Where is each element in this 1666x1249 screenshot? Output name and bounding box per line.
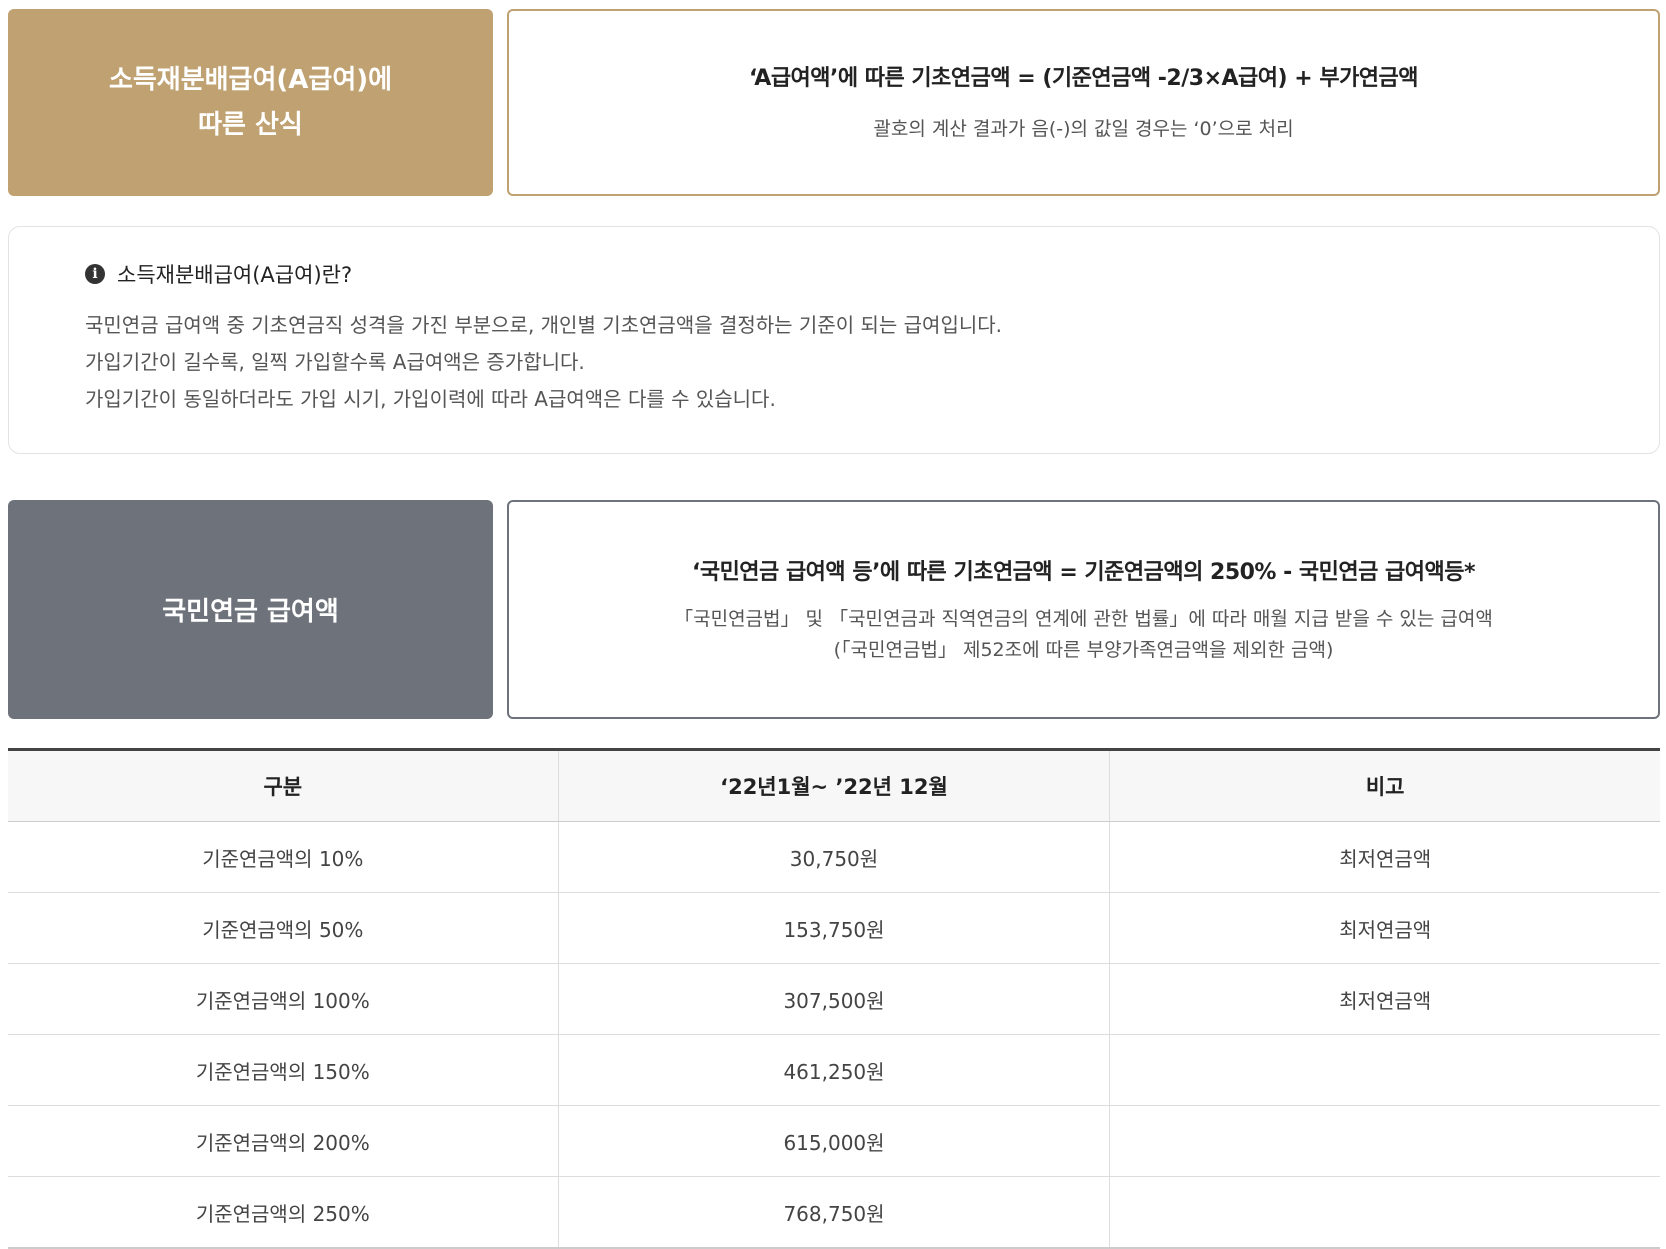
cell-category: 기준연금액의 250% — [8, 1176, 559, 1248]
national-pension-label: 국민연금 급여액 — [8, 500, 493, 719]
info-heading: i 소득재분배급여(A급여)란? — [85, 259, 1659, 289]
pension-amount-table: 구분 ‘22년1월~ ’22년 12월 비고 기준연금액의 10% 30,750… — [8, 748, 1660, 1249]
cell-category: 기준연금액의 200% — [8, 1105, 559, 1177]
table-row: 기준연금액의 50% 153,750원 최저연금액 — [8, 892, 1660, 964]
a-benefit-formula: ‘A급여액’에 따른 기초연금액 = (기준연금액 -2/3×A급여) + 부가… — [748, 66, 1419, 91]
a-benefit-label-line1: 소득재분배급여(A급여)에 — [108, 64, 393, 95]
national-pension-formula-box: ‘국민연금 급여액 등’에 따른 기초연금액 = 기준연금액의 250% - 국… — [507, 500, 1660, 719]
national-pension-formula-note: 「국민연금법」 및 「국민연금과 직역연금의 연계에 관한 법률」에 따라 매월… — [674, 604, 1493, 666]
national-pension-formula: ‘국민연금 급여액 등’에 따른 기초연금액 = 기준연금액의 250% - 국… — [691, 559, 1476, 585]
table-row: 기준연금액의 200% 615,000원 — [8, 1105, 1660, 1177]
a-benefit-label-line2: 따른 산식 — [198, 109, 303, 140]
cell-amount: 615,000원 — [558, 1105, 1111, 1177]
info-line: 가입기간이 동일하더라도 가입 시기, 가입이력에 따라 A급여액은 다를 수 … — [85, 387, 776, 411]
cell-amount: 307,500원 — [558, 963, 1111, 1035]
cell-amount: 30,750원 — [558, 821, 1111, 893]
cell-remarks — [1109, 1034, 1660, 1106]
table-row: 기준연금액의 100% 307,500원 최저연금액 — [8, 963, 1660, 1035]
note-line: 「국민연금법」 및 「국민연금과 직역연금의 연계에 관한 법률」에 따라 매월… — [674, 607, 1493, 630]
header-category: 구분 — [8, 749, 559, 822]
table-row: 기준연금액의 10% 30,750원 최저연금액 — [8, 821, 1660, 893]
a-benefit-info-box: i 소득재분배급여(A급여)란? 국민연금 급여액 중 기초연금직 성격을 가진… — [8, 226, 1660, 454]
a-benefit-formula-note: 괄호의 계산 결과가 음(-)의 값일 경우는 ‘0’으로 처리 — [873, 118, 1294, 140]
cell-remarks: 최저연금액 — [1109, 821, 1660, 893]
table-row: 기준연금액의 150% 461,250원 — [8, 1034, 1660, 1106]
cell-remarks — [1109, 1105, 1660, 1177]
cell-remarks: 최저연금액 — [1109, 892, 1660, 964]
header-remarks: 비고 — [1109, 749, 1660, 822]
table-row: 기준연금액의 250% 768,750원 — [8, 1176, 1660, 1249]
cell-remarks: 최저연금액 — [1109, 963, 1660, 1035]
cell-category: 기준연금액의 150% — [8, 1034, 559, 1106]
cell-amount: 461,250원 — [558, 1034, 1111, 1106]
info-icon: i — [85, 264, 105, 284]
info-title: 소득재분배급여(A급여)란? — [117, 263, 353, 287]
cell-category: 기준연금액의 100% — [8, 963, 559, 1035]
table-header-row: 구분 ‘22년1월~ ’22년 12월 비고 — [8, 749, 1660, 822]
a-benefit-formula-label: 소득재분배급여(A급여)에 따른 산식 — [8, 9, 493, 196]
national-pension-label-text: 국민연금 급여액 — [162, 597, 339, 627]
cell-category: 기준연금액의 10% — [8, 821, 559, 893]
a-benefit-formula-box: ‘A급여액’에 따른 기초연금액 = (기준연금액 -2/3×A급여) + 부가… — [507, 9, 1660, 196]
cell-amount: 153,750원 — [558, 892, 1111, 964]
info-line: 가입기간이 길수록, 일찍 가입할수록 A급여액은 증가합니다. — [85, 350, 585, 374]
info-line: 국민연금 급여액 중 기초연금직 성격을 가진 부분으로, 개인별 기초연금액을… — [85, 313, 1003, 337]
cell-remarks — [1110, 1177, 1660, 1249]
header-period: ‘22년1월~ ’22년 12월 — [558, 749, 1111, 822]
note-line: (「국민연금법」 제52조에 따른 부양가족연금액을 제외한 금액) — [833, 638, 1334, 661]
cell-category: 기준연금액의 50% — [8, 892, 559, 964]
cell-amount: 768,750원 — [558, 1176, 1111, 1248]
